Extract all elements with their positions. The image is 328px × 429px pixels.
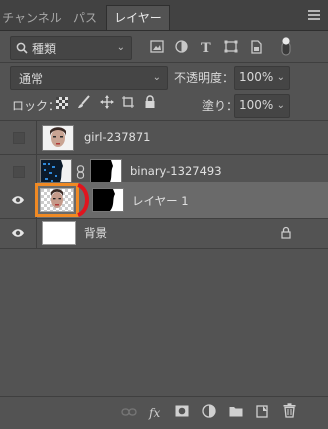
visibility-toggle[interactable]: [0, 182, 37, 218]
opacity-input[interactable]: 100% ⌄: [234, 66, 290, 90]
opacity-value: 100%: [239, 70, 274, 84]
chevron-down-icon[interactable]: ⌄: [277, 72, 285, 83]
new-adjustment-layer-icon[interactable]: [202, 404, 216, 418]
tab-layers[interactable]: レイヤー: [106, 5, 170, 30]
visibility-off-box: [13, 166, 25, 178]
lock-label: ロック：: [12, 99, 61, 113]
svg-text:T: T: [201, 41, 211, 53]
new-group-folder-icon[interactable]: [229, 405, 243, 417]
layer-mask-thumbnail[interactable]: [92, 188, 124, 212]
layer-row-girl[interactable]: girl-237871: [0, 121, 328, 155]
layer-row-background[interactable]: 背景: [0, 218, 328, 249]
filter-kind-select[interactable]: 種類 ⌄: [10, 36, 132, 60]
layer-name: 背景: [84, 226, 107, 240]
mask-thumbnail-image: [109, 160, 121, 184]
fill-label: 塗り：: [202, 99, 239, 113]
tab-channels[interactable]: チャンネル: [0, 6, 64, 30]
link-chain-icon[interactable]: [76, 165, 85, 179]
checker-portrait-thumbnail-image: [41, 189, 73, 211]
layer-thumbnail: [42, 125, 74, 151]
divider: [0, 62, 328, 63]
binary-thumbnail-image: [43, 160, 71, 184]
fill-input[interactable]: 100% ⌄: [234, 94, 290, 118]
pixel-layer-filter-icon[interactable]: [150, 40, 164, 53]
layers-panel: チャンネル パス レイヤー 種類 ⌄ T 通常 ⌄ 不透明度： 100% ⌄ ロ…: [0, 0, 328, 429]
lock-artboard-icon[interactable]: [121, 95, 135, 109]
layer-thumbnail: [42, 221, 76, 245]
portrait-thumbnail-image: [50, 127, 66, 147]
lock-icon: [281, 226, 291, 239]
add-layer-mask-icon[interactable]: [175, 405, 189, 417]
layers-bottom-toolbar: fx: [0, 396, 328, 429]
visibility-off-box: [13, 132, 25, 144]
type-layer-filter-icon[interactable]: T: [200, 40, 213, 53]
lock-all-icon[interactable]: [144, 95, 156, 109]
panel-menu-icon[interactable]: [308, 10, 320, 20]
layer-row-layer1[interactable]: レイヤー 1: [0, 182, 328, 219]
chevron-down-icon[interactable]: ⌄: [277, 100, 285, 111]
lock-transparent-pixels-icon[interactable]: [56, 97, 68, 109]
blend-mode-value: 通常: [19, 72, 44, 86]
eye-icon: [12, 196, 24, 204]
layer-name: binary-1327493: [130, 164, 222, 178]
svg-text:fx: fx: [148, 406, 160, 420]
panel-tab-bar: チャンネル パス レイヤー: [0, 0, 328, 31]
blend-mode-select[interactable]: 通常 ⌄: [10, 66, 168, 90]
lock-position-icon[interactable]: [100, 95, 114, 109]
layer-thumbnail: [40, 188, 74, 212]
tab-paths[interactable]: パス: [66, 6, 104, 30]
adjustment-layer-filter-icon[interactable]: [175, 40, 188, 53]
mask-thumbnail-image: [110, 189, 123, 211]
fill-value: 100%: [239, 98, 274, 112]
shape-layer-filter-icon[interactable]: [224, 40, 238, 53]
filter-toggle-icon[interactable]: [280, 36, 292, 56]
lock-image-pixels-icon[interactable]: [77, 95, 91, 109]
opacity-label: 不透明度：: [174, 71, 235, 85]
new-layer-icon[interactable]: [256, 404, 269, 418]
layer-name: レイヤー 1: [132, 194, 189, 208]
chevron-down-icon: ⌄: [152, 72, 161, 83]
search-icon: [16, 42, 28, 54]
fx-layer-style-icon[interactable]: fx: [148, 404, 164, 420]
eye-icon: [12, 229, 24, 237]
chevron-down-icon: ⌄: [116, 42, 125, 53]
delete-layer-trash-icon[interactable]: [283, 403, 296, 418]
link-layers-icon[interactable]: [121, 407, 137, 417]
visibility-toggle[interactable]: [0, 121, 37, 154]
visibility-toggle[interactable]: [0, 218, 37, 248]
smart-object-filter-icon[interactable]: [250, 40, 262, 54]
filter-kind-label: 種類: [32, 42, 57, 56]
layer-name: girl-237871: [84, 130, 151, 144]
